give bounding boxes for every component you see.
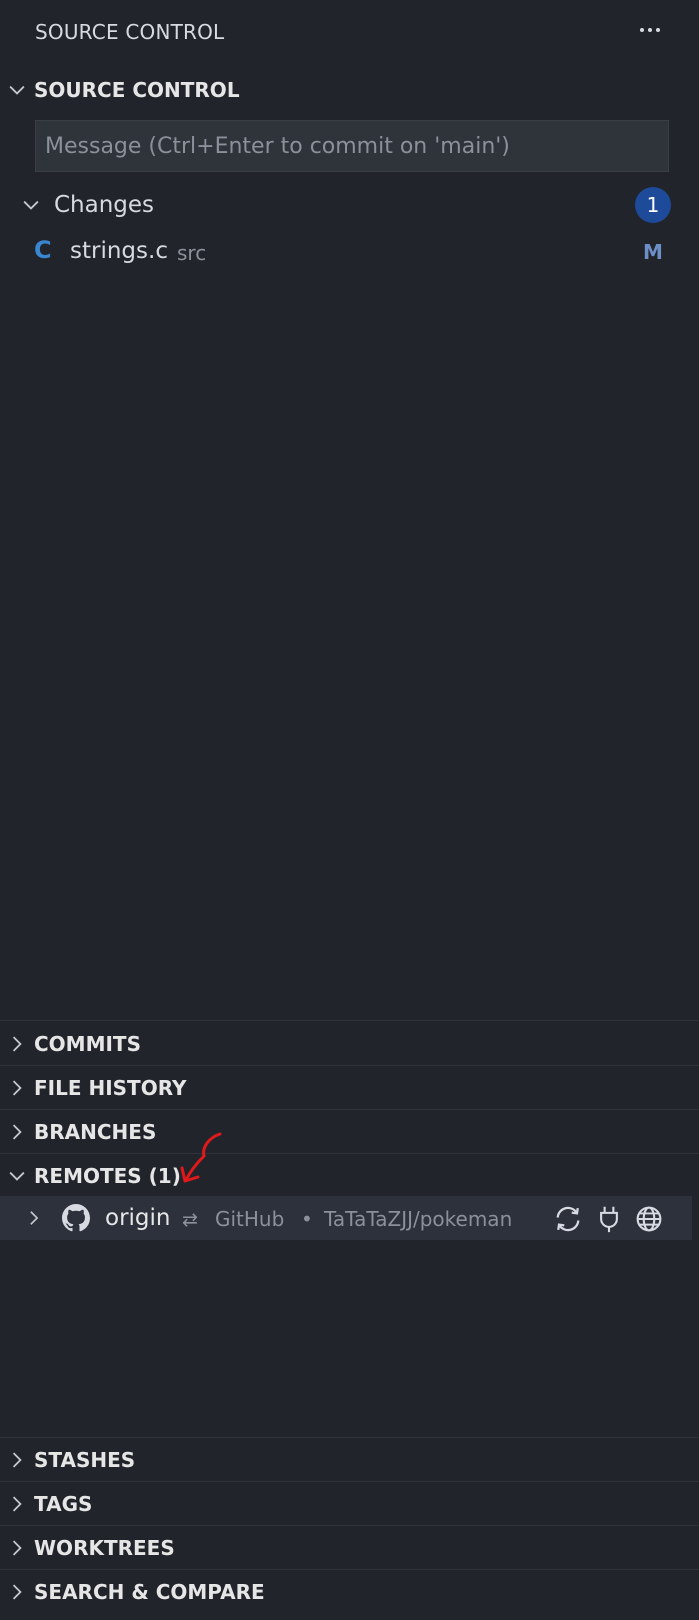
section-title: SEARCH & COMPARE [34, 1579, 265, 1604]
remote-item-origin[interactable]: origin ⇄ GitHub • TaTaTaZJJ/pokeman [0, 1196, 692, 1240]
chevron-right-icon [0, 1493, 34, 1515]
section-remotes[interactable]: REMOTES (1) [0, 1154, 699, 1197]
section-branches[interactable]: BRANCHES [0, 1110, 699, 1153]
section-title: TAGS [34, 1491, 93, 1516]
section-title: STASHES [34, 1447, 136, 1472]
file-status-modified: M [643, 240, 663, 264]
section-worktrees[interactable]: WORKTREES [0, 1526, 699, 1569]
chevron-down-icon [0, 79, 34, 101]
section-source-control[interactable]: SOURCE CONTROL [0, 68, 699, 111]
chevron-right-icon [0, 1449, 34, 1471]
chevron-down-icon [20, 194, 54, 216]
section-commits[interactable]: COMMITS [0, 1022, 699, 1065]
remote-repo: TaTaTaZJJ/pokeman [324, 1207, 513, 1231]
commit-message-input[interactable] [35, 120, 669, 172]
annotation-arrow-icon [180, 1132, 222, 1183]
view-title: SOURCE CONTROL [35, 20, 225, 44]
chevron-right-icon [0, 1537, 34, 1559]
chevron-right-icon[interactable] [24, 1207, 44, 1229]
file-path: src [177, 241, 207, 265]
changed-file-row[interactable]: C strings.c src M [0, 229, 699, 273]
section-title: SOURCE CONTROL [34, 77, 240, 102]
sync-icon[interactable] [553, 1204, 583, 1234]
remote-provider: GitHub [215, 1207, 285, 1231]
section-search-compare[interactable]: SEARCH & COMPARE [0, 1570, 699, 1613]
chevron-right-icon [0, 1077, 34, 1099]
file-name: strings.c [70, 238, 168, 264]
changes-group[interactable]: Changes [20, 184, 680, 226]
github-icon [62, 1204, 90, 1232]
divider [0, 1020, 699, 1021]
separator-dot: • [301, 1207, 313, 1231]
remote-name: origin [105, 1205, 171, 1231]
remote-direction-icon: ⇄ [182, 1209, 198, 1231]
chevron-right-icon [0, 1033, 34, 1055]
section-stashes[interactable]: STASHES [0, 1438, 699, 1481]
more-actions-icon[interactable] [634, 18, 666, 42]
section-title: WORKTREES [34, 1535, 175, 1560]
section-tags[interactable]: TAGS [0, 1482, 699, 1525]
section-title: FILE HISTORY [34, 1075, 187, 1100]
changes-count-badge: 1 [635, 187, 671, 223]
section-title: BRANCHES [34, 1119, 157, 1144]
section-title: COMMITS [34, 1031, 141, 1056]
plug-icon[interactable] [594, 1204, 624, 1234]
c-file-icon: C [34, 236, 52, 264]
section-title: REMOTES (1) [34, 1163, 181, 1188]
changes-label: Changes [54, 192, 155, 218]
chevron-right-icon [0, 1581, 34, 1603]
chevron-down-icon [0, 1165, 34, 1187]
globe-icon[interactable] [634, 1204, 664, 1234]
section-file-history[interactable]: FILE HISTORY [0, 1066, 699, 1109]
chevron-right-icon [0, 1121, 34, 1143]
